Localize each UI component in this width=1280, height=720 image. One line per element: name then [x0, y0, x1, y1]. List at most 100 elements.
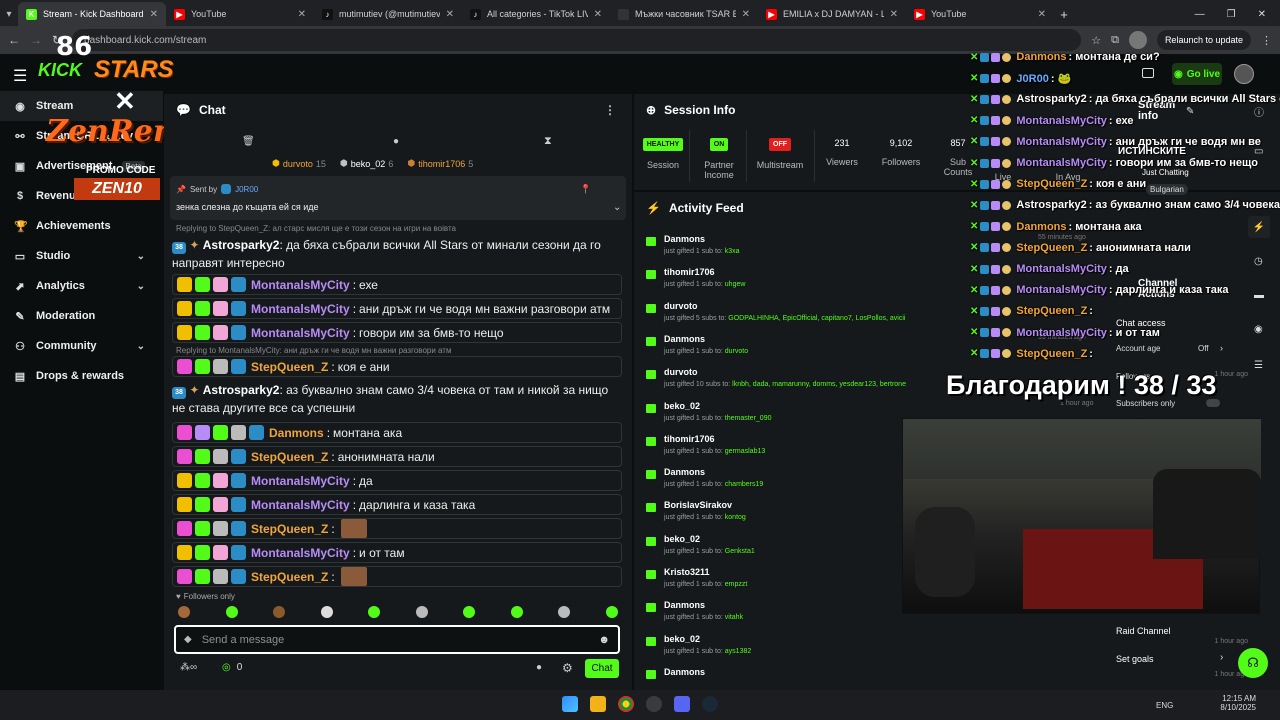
leaderboard-entry[interactable]: ⬢ beko_02 6 — [340, 158, 393, 169]
activity-user[interactable]: durvoto — [664, 367, 698, 377]
close-tab-icon[interactable]: ✕ — [1038, 9, 1046, 20]
gear-icon[interactable]: ⚙ — [562, 661, 573, 675]
chat-settings-bubble-icon[interactable]: ● — [536, 662, 542, 673]
close-tab-icon[interactable]: ✕ — [594, 9, 602, 20]
activity-user[interactable]: beko_02 — [664, 634, 700, 644]
activity-user[interactable]: Danmons — [664, 667, 705, 677]
account-age-value[interactable]: Off — [1198, 344, 1209, 353]
activity-user[interactable]: BorislavSirakov — [664, 500, 732, 510]
browser-tab[interactable]: Мъжки часовник TSAR BOMB ✕ — [610, 2, 758, 26]
chat-mode-icon[interactable]: ● — [393, 136, 399, 147]
chat-username[interactable]: MontanalsMyCity — [251, 278, 350, 292]
quick-emote[interactable] — [273, 606, 286, 618]
chevron-down-icon[interactable]: ⌄ — [137, 281, 145, 292]
activity-recipients[interactable]: GODPALHINHA, EpicOfficial, capitano7, Lo… — [728, 315, 905, 322]
emoji-picker-icon[interactable]: ☻ — [598, 634, 610, 646]
activity-user[interactable]: beko_02 — [664, 401, 700, 411]
sidebar-item-studio[interactable]: ▭ Studio ⌄ — [0, 241, 163, 271]
chat-username[interactable]: Astrosparky2 — [203, 383, 280, 397]
tab-search-icon[interactable]: ▾ — [6, 2, 12, 26]
taskbar-clock[interactable]: 12:15 AM 8/10/2025 — [1218, 694, 1256, 712]
chat-options-icon[interactable]: ⋮ — [604, 103, 616, 117]
forward-icon[interactable]: → — [30, 33, 42, 47]
chat-username[interactable]: StepQueen_Z — [251, 360, 328, 374]
sidebar-item-analytics[interactable]: ⬈ Analytics ⌄ — [0, 271, 163, 301]
chat-username[interactable]: StepQueen_Z — [251, 570, 328, 584]
close-tab-icon[interactable]: ✕ — [742, 9, 750, 20]
chevron-down-icon[interactable]: ⌄ — [137, 251, 145, 262]
new-tab-icon[interactable]: + — [1054, 2, 1074, 26]
leaderboard-entry[interactable]: ⬢ tihomir1706 5 — [407, 158, 473, 169]
taskbar-language[interactable]: ENG — [1156, 701, 1173, 710]
activity-recipients[interactable]: kontog — [725, 514, 746, 521]
leaderboard-entry[interactable]: ⬢ durvoto 15 — [272, 158, 326, 169]
extensions-icon[interactable]: ⧉ — [1111, 34, 1119, 47]
chat-username[interactable]: Danmons — [269, 426, 324, 440]
chat-username[interactable]: StepQueen_Z — [251, 450, 328, 464]
info-icon[interactable]: ⓘ — [1254, 104, 1264, 119]
quick-emote[interactable] — [320, 606, 333, 618]
close-tab-icon[interactable]: ✕ — [446, 9, 454, 20]
chat-input[interactable]: ◆ Send a message ☻ — [174, 625, 620, 654]
chat-username[interactable]: MontanalsMyCity — [251, 546, 350, 560]
activity-user[interactable]: beko_02 — [664, 534, 700, 544]
minimize-icon[interactable]: — — [1195, 9, 1205, 20]
chat-message[interactable]: 38 ✦ Astrosparky2: да бяха събрали всичк… — [172, 236, 622, 272]
activity-user[interactable]: Danmons — [664, 467, 705, 477]
browser-tab[interactable]: ♪ mutimutiev (@mutimutiev) is L ✕ — [314, 2, 462, 26]
quick-emote[interactable] — [178, 606, 190, 618]
chat-message[interactable]: StepQueen_Z: анонимната нали — [172, 446, 622, 467]
set-goals-action[interactable]: Set goals — [1116, 654, 1154, 664]
activity-user[interactable]: Kristo3211 — [664, 567, 710, 577]
chevron-right-icon[interactable]: › — [1220, 652, 1223, 663]
discord-icon[interactable] — [674, 696, 690, 712]
close-tab-icon[interactable]: ✕ — [890, 9, 898, 20]
sidebar-item-community[interactable]: ⚇ Community ⌄ — [0, 331, 163, 361]
close-tab-icon[interactable]: ✕ — [298, 9, 306, 20]
chat-message[interactable]: StepQueen_Z: — [172, 566, 622, 587]
user-avatar[interactable] — [1234, 64, 1254, 84]
activity-user[interactable]: Danmons — [664, 234, 705, 244]
clock-tool-icon[interactable]: ◷ — [1254, 256, 1263, 267]
screen-icon[interactable] — [1142, 68, 1154, 78]
quick-emote[interactable] — [225, 606, 238, 618]
activity-recipients[interactable]: lknbh, dada, mamarunny, domms, yesdear12… — [732, 381, 906, 388]
quick-emote[interactable] — [605, 606, 618, 618]
file-explorer-icon[interactable] — [590, 696, 606, 712]
chat-message[interactable]: MontanalsMyCity: ехе — [172, 274, 622, 295]
menu-dots-icon[interactable]: ⋮ — [1261, 34, 1272, 47]
steam-icon[interactable] — [702, 696, 718, 712]
slow-mode-icon[interactable]: ⧗ — [544, 135, 552, 148]
chat-message[interactable]: StepQueen_Z: — [172, 518, 622, 539]
bolt-tool-icon[interactable]: ⚡ — [1248, 216, 1270, 238]
sidebar-item-stream[interactable]: ◉ Stream — [0, 91, 163, 121]
quick-emote[interactable] — [463, 606, 476, 618]
chat-message[interactable]: MontanalsMyCity: да — [172, 470, 622, 491]
back-icon[interactable]: ← — [8, 33, 20, 47]
chat-message[interactable]: MontanalsMyCity: говори им за бмв-то нещ… — [172, 322, 622, 343]
windows-start-icon[interactable] — [562, 696, 578, 712]
profile-avatar[interactable] — [1128, 31, 1147, 49]
activity-recipients[interactable]: ays1382 — [725, 648, 751, 655]
browser-tab[interactable]: ▶ EMILIA x DJ DAMYAN - LUD SK ✕ — [758, 2, 906, 26]
bookmark-icon[interactable]: ☆ — [1091, 34, 1101, 47]
quick-emote[interactable] — [368, 606, 381, 618]
hamburger-menu-icon[interactable]: ☰ — [13, 66, 27, 86]
chat-username[interactable]: StepQueen_Z — [251, 522, 328, 536]
activity-recipients[interactable]: germaslab13 — [725, 448, 765, 455]
chat-message[interactable]: StepQueen_Z: коя е ани — [172, 356, 622, 377]
activity-user[interactable]: tihomir1706 — [664, 267, 715, 277]
edit-icon[interactable]: ✎ — [1186, 106, 1194, 117]
close-window-icon[interactable]: ✕ — [1258, 9, 1266, 20]
sidebar-item-stream-url-key[interactable]: ⚯ Stream URL & Key — [0, 121, 163, 151]
url-field[interactable]: dashboard.kick.com/stream — [72, 29, 1082, 51]
users-icon[interactable]: ⁂∞ — [180, 662, 197, 673]
send-chat-button[interactable]: Chat — [585, 659, 619, 678]
raid-channel-action[interactable]: Raid Channel — [1116, 626, 1171, 636]
maximize-icon[interactable]: ❐ — [1227, 9, 1236, 20]
close-tab-icon[interactable]: ✕ — [150, 9, 158, 20]
chat-message[interactable]: MontanalsMyCity: и от там — [172, 542, 622, 563]
unpin-icon[interactable]: 📍 — [580, 184, 591, 195]
activity-user[interactable]: tihomir1706 — [664, 434, 715, 444]
chat-username[interactable]: MontanalsMyCity — [251, 326, 350, 340]
